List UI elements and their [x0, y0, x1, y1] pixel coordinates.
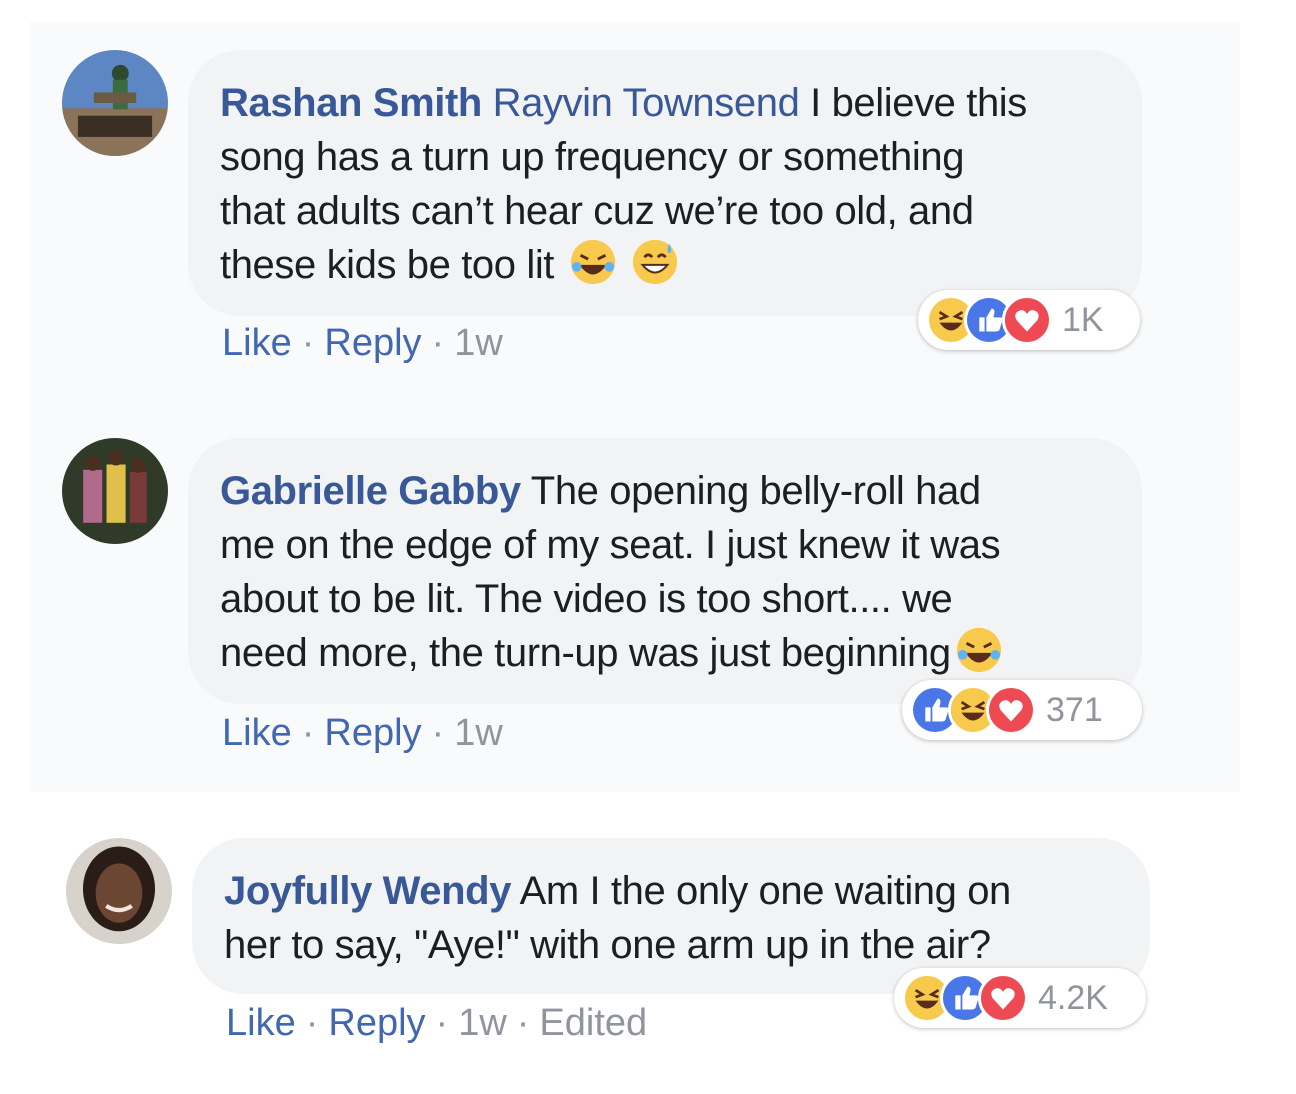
love-reaction-icon [986, 685, 1036, 735]
avatar[interactable] [66, 838, 172, 944]
reaction-count: 371 [1046, 690, 1103, 729]
grinning-sweat-emoji-icon [631, 238, 679, 286]
timestamp[interactable]: 1w [454, 322, 503, 364]
like-link[interactable]: Like [222, 322, 292, 364]
edited-label[interactable]: Edited [539, 1002, 647, 1044]
avatar[interactable] [62, 50, 168, 156]
avatar[interactable] [62, 438, 168, 544]
comment-text: about to be lit. The video is too short.… [220, 577, 953, 621]
comment-text: me on the edge of my seat. I just knew i… [220, 523, 1001, 567]
comment-actions: Like · Reply · 1w [222, 712, 503, 754]
reaction-count: 4.2K [1038, 978, 1108, 1017]
author-name[interactable]: Joyfully Wendy [224, 869, 511, 913]
comment-text: that adults can’t hear cuz we’re too old… [220, 189, 974, 233]
reply-link[interactable]: Reply [324, 322, 421, 364]
comment-text: these kids be too lit [220, 243, 555, 287]
tagged-user[interactable]: Rayvin Townsend [493, 81, 800, 125]
comment-text: I believe this [810, 81, 1027, 125]
timestamp[interactable]: 1w [454, 712, 503, 754]
author-name[interactable]: Gabrielle Gabby [220, 469, 521, 513]
love-reaction-icon [978, 973, 1028, 1023]
comment-actions: Like · Reply · 1w · Edited [226, 1002, 648, 1044]
comment-text: Am I the only one waiting on [519, 869, 1012, 913]
comment-text: song has a turn up frequency or somethin… [220, 135, 965, 179]
comment-actions: Like · Reply · 1w [222, 322, 503, 364]
reaction-count: 1K [1062, 300, 1104, 339]
reactions-summary[interactable]: 4.2K [894, 968, 1146, 1028]
comment-bubble: Gabrielle Gabby The opening belly-roll h… [188, 438, 1142, 704]
reactions-summary[interactable]: 1K [918, 290, 1140, 350]
reply-link[interactable]: Reply [328, 1002, 425, 1044]
reply-link[interactable]: Reply [324, 712, 421, 754]
author-name[interactable]: Rashan Smith [220, 81, 482, 125]
like-link[interactable]: Like [222, 712, 292, 754]
tears-of-joy-emoji-icon [569, 238, 617, 286]
tears-of-joy-emoji-icon [955, 626, 1003, 674]
like-link[interactable]: Like [226, 1002, 296, 1044]
comment-bubble: Rashan Smith Rayvin Townsend I believe t… [188, 50, 1142, 316]
love-reaction-icon [1002, 295, 1052, 345]
comment-text: her to say, "Aye!" with one arm up in th… [224, 923, 991, 967]
timestamp[interactable]: 1w [458, 1002, 507, 1044]
comment-text: The opening belly-roll had [530, 469, 981, 513]
reactions-summary[interactable]: 371 [902, 680, 1142, 740]
comment-text: need more, the turn-up was just beginnin… [220, 631, 951, 675]
